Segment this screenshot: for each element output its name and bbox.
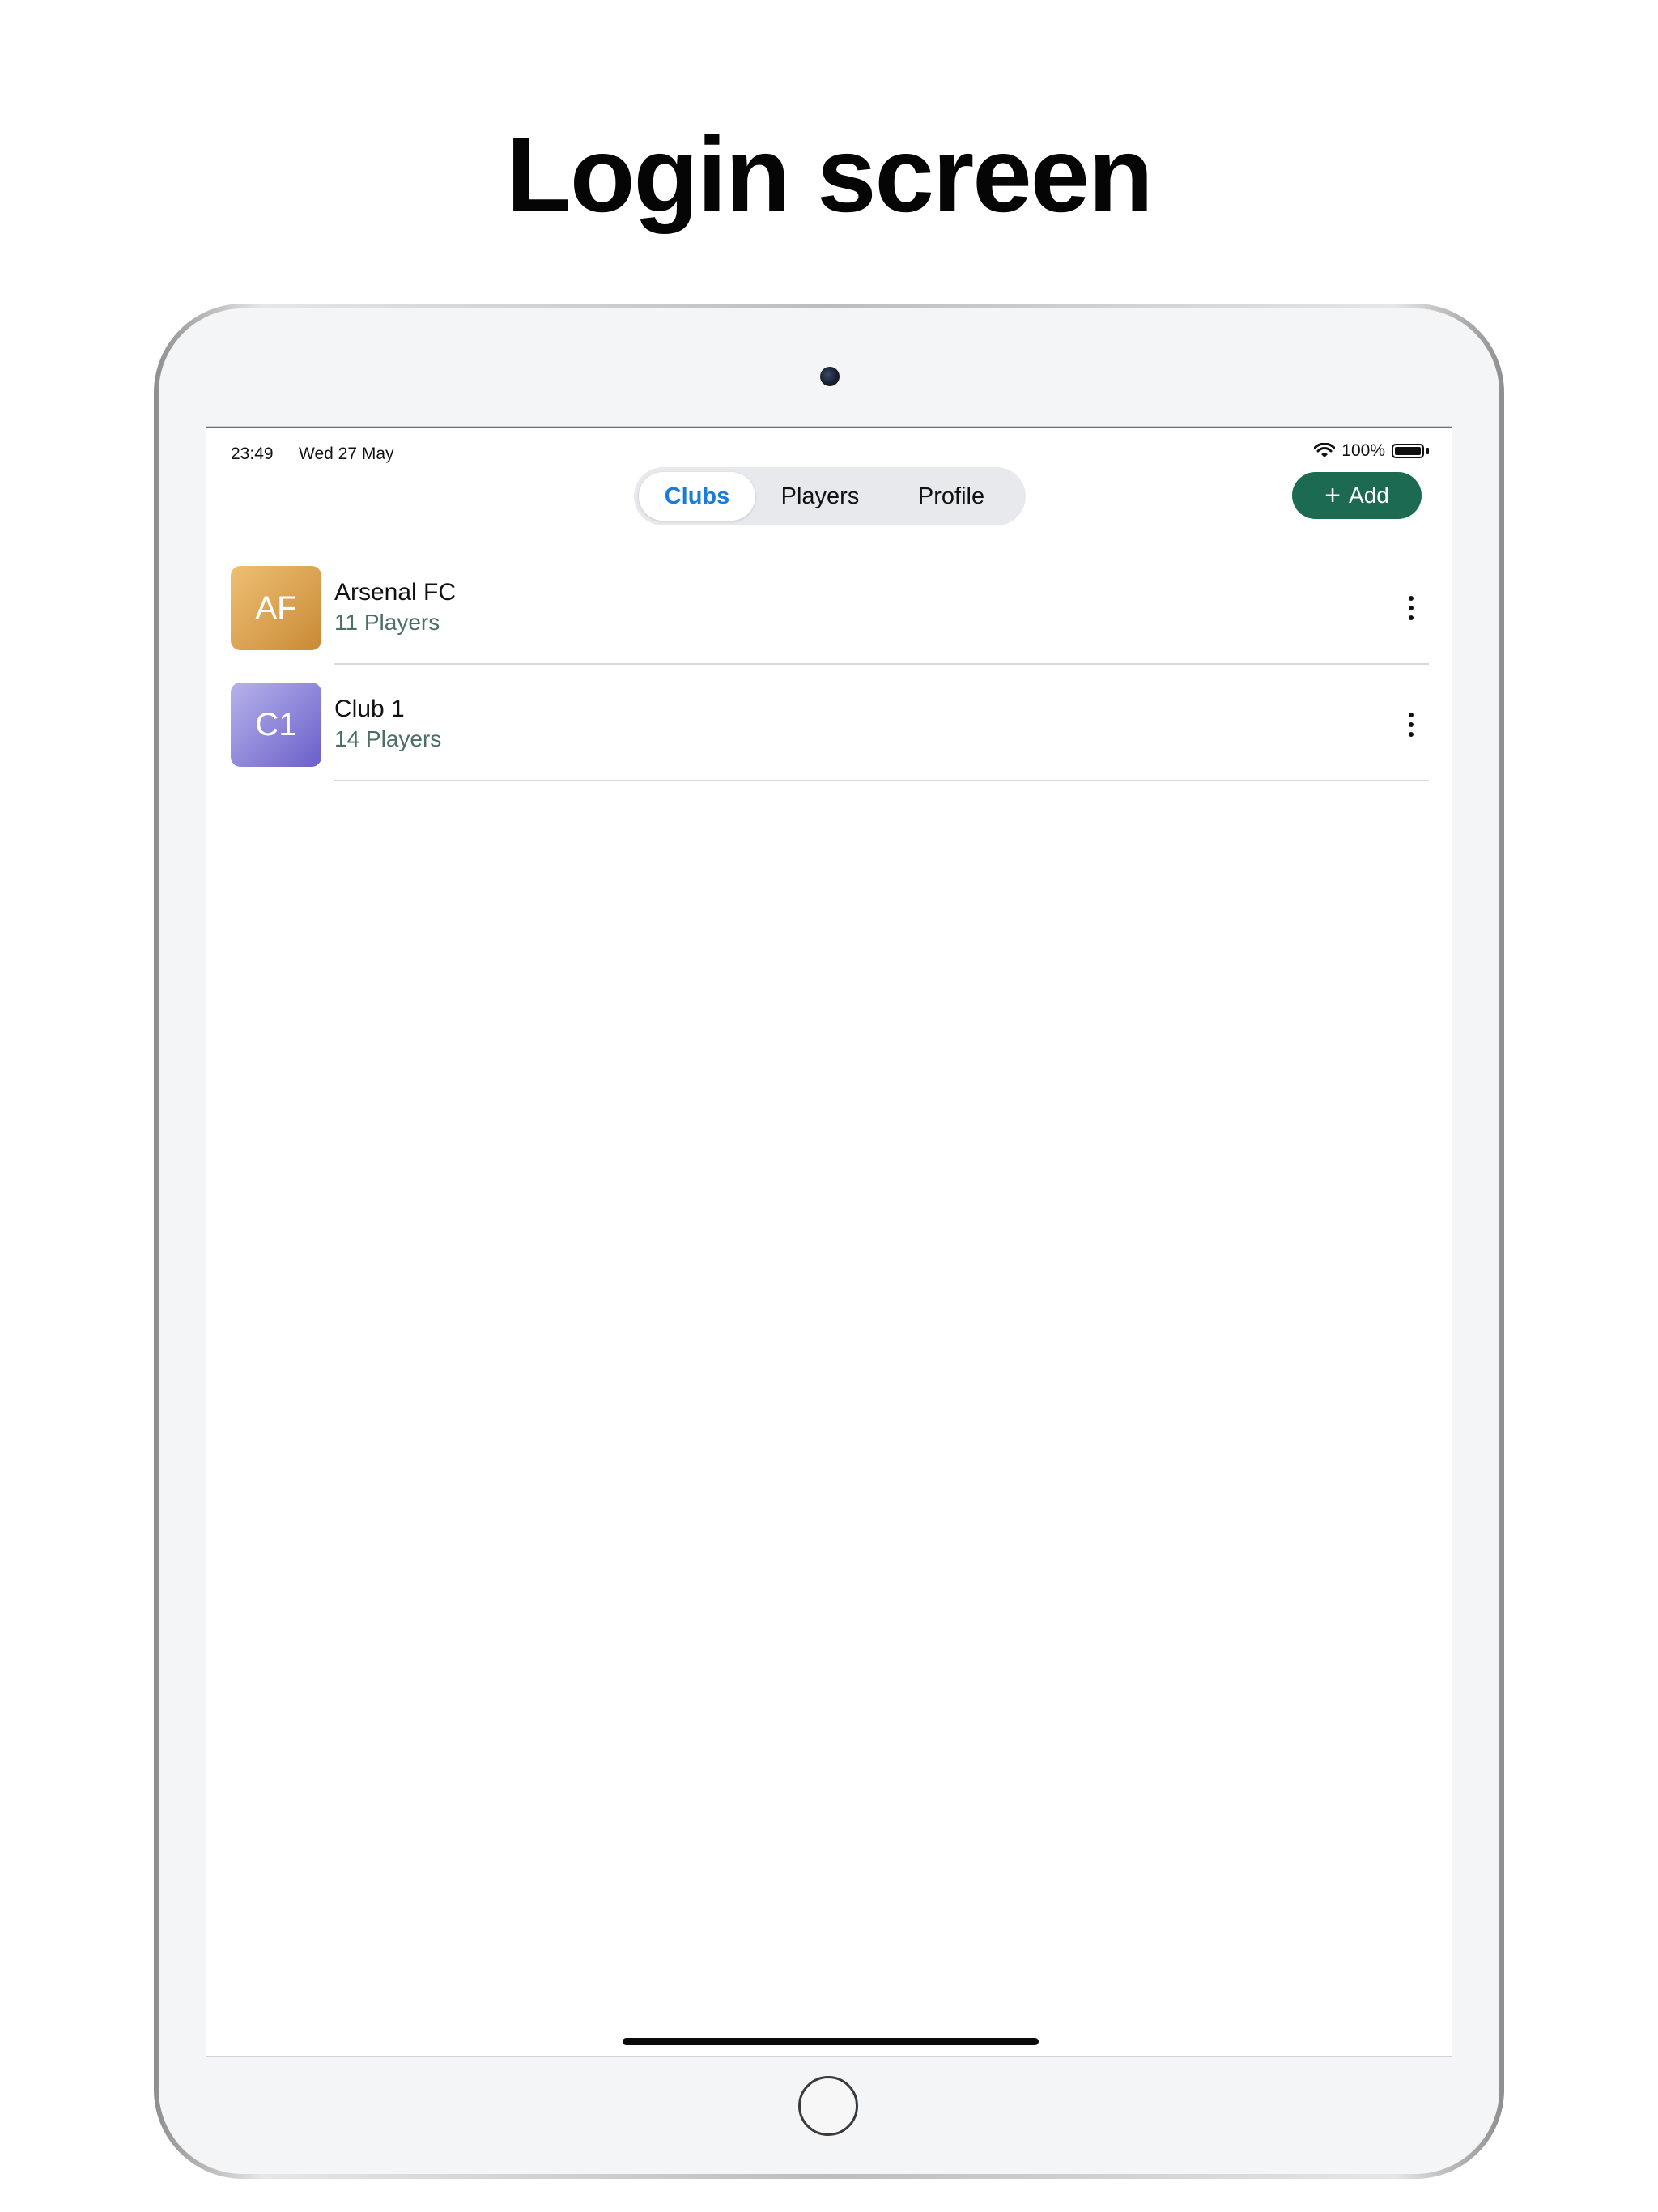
list-item[interactable]: AF Arsenal FC 11 Players	[231, 566, 1429, 650]
tab-clubs[interactable]: Clubs	[639, 472, 755, 521]
status-time: 23:49	[231, 445, 274, 463]
club-name: Arsenal FC	[334, 579, 457, 606]
more-options-icon[interactable]	[1393, 590, 1429, 626]
page-headline: Login screen	[506, 115, 1154, 234]
status-date: Wed 27 May	[299, 445, 394, 463]
status-bar: 23:49 Wed 27 May 100%	[206, 436, 1452, 463]
club-initials: AF	[255, 589, 297, 626]
club-player-count: 11 Players	[334, 610, 440, 635]
club-player-count: 14 Players	[334, 726, 442, 751]
battery-cap	[1426, 448, 1429, 454]
camera-icon	[820, 367, 840, 386]
club-initials: C1	[255, 706, 297, 742]
club-avatar: AF	[231, 566, 321, 650]
row-divider	[334, 780, 1429, 781]
more-options-icon[interactable]	[1393, 707, 1429, 742]
screen-edge	[206, 427, 1452, 428]
tab-profile[interactable]: Profile	[885, 472, 1018, 521]
status-right: 100%	[1314, 441, 1429, 461]
tab-players[interactable]: Players	[755, 472, 885, 521]
home-indicator	[623, 2038, 1039, 2045]
plus-icon: +	[1324, 480, 1341, 511]
add-button[interactable]: + Add	[1292, 472, 1422, 519]
list-item[interactable]: C1 Club 1 14 Players	[231, 683, 1429, 767]
club-avatar: C1	[231, 683, 321, 767]
battery-percent: 100%	[1341, 441, 1385, 460]
add-button-label: Add	[1349, 483, 1389, 508]
app-screen: 23:49 Wed 27 May 100% Clubs Players Prof…	[206, 427, 1452, 2056]
club-name: Club 1	[334, 696, 405, 722]
wifi-icon	[1314, 443, 1336, 457]
home-button[interactable]	[798, 2076, 858, 2136]
row-divider	[334, 663, 1429, 665]
battery-icon	[1392, 444, 1424, 458]
tab-switcher: Clubs Players Profile	[634, 467, 1026, 525]
